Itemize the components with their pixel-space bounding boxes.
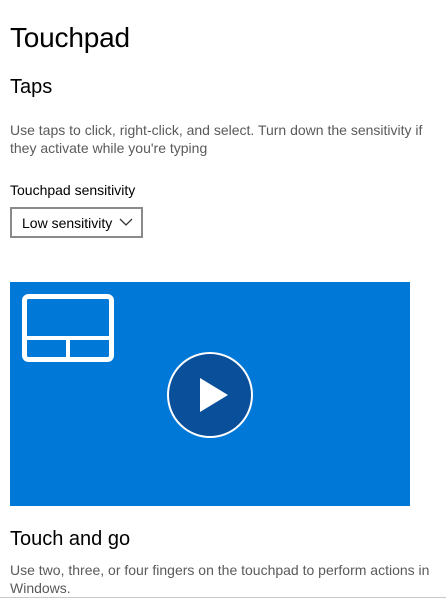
- sensitivity-dropdown[interactable]: Low sensitivity: [10, 207, 143, 238]
- taps-description: Use taps to click, right-click, and sele…: [10, 122, 423, 156]
- touchpad-icon: [22, 294, 114, 362]
- chevron-down-icon: [119, 218, 133, 226]
- sensitivity-label: Touchpad sensitivity: [10, 182, 136, 198]
- touch-and-go-description: Use two, three, or four fingers on the t…: [10, 562, 430, 596]
- touchpad-video[interactable]: [10, 282, 410, 506]
- sensitivity-dropdown-value: Low sensitivity: [22, 214, 113, 231]
- play-button[interactable]: [166, 351, 254, 439]
- divider: [0, 597, 446, 598]
- page-title: Touchpad: [10, 22, 130, 53]
- taps-heading: Taps: [10, 76, 53, 98]
- touch-and-go-heading: Touch and go: [10, 528, 131, 550]
